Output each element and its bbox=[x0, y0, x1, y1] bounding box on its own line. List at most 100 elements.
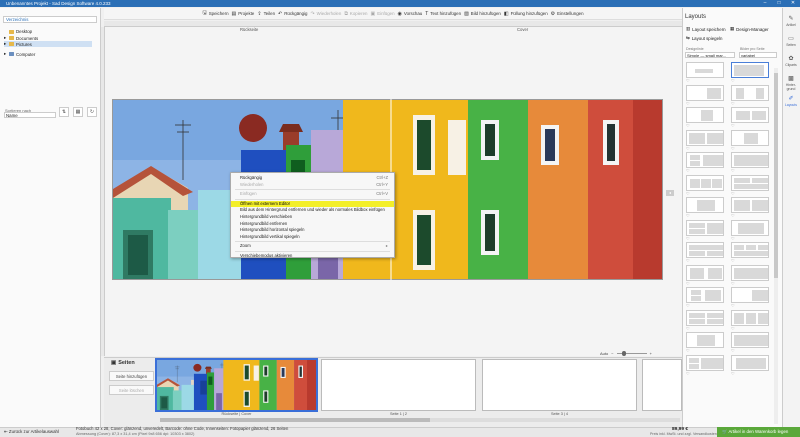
add-image-button[interactable]: ▨ Bild hinzufügen bbox=[464, 11, 501, 17]
heart-icon[interactable]: ♡ bbox=[731, 304, 735, 308]
page-next-arrow[interactable]: ◂ bbox=[666, 190, 674, 196]
layout-option[interactable] bbox=[731, 84, 769, 101]
add-text-button[interactable]: T Text hinzufügen bbox=[425, 11, 461, 17]
page-thumbnail[interactable] bbox=[642, 359, 682, 411]
heart-icon[interactable]: ♡ bbox=[686, 304, 690, 308]
page-thumbnail[interactable] bbox=[321, 359, 476, 411]
menu-item[interactable]: Hintergrundbild entfernen bbox=[231, 221, 394, 228]
page-thumbnail[interactable] bbox=[155, 359, 317, 411]
close-button[interactable]: ✕ bbox=[786, 0, 800, 7]
layout-option[interactable] bbox=[686, 287, 724, 303]
menu-item[interactable]: Hintergrundbild verschieben bbox=[231, 214, 394, 221]
layout-option[interactable] bbox=[686, 84, 724, 101]
layout-option[interactable] bbox=[731, 129, 769, 146]
layout-option[interactable] bbox=[731, 152, 769, 168]
sort-order-button[interactable]: ⇅ bbox=[59, 107, 69, 117]
projects-button[interactable]: ▤ Projekte bbox=[232, 11, 255, 17]
tree-item-pictures[interactable]: ▸ Pictures bbox=[4, 41, 92, 47]
layout-option[interactable] bbox=[731, 219, 769, 236]
menu-item[interactable]: Bild aus dem Hintergrund entfernen und w… bbox=[231, 207, 394, 214]
layout-option[interactable] bbox=[686, 242, 724, 258]
tree-item-computer[interactable]: ▸ Computer bbox=[4, 51, 35, 57]
heart-icon[interactable]: ♡ bbox=[731, 349, 735, 353]
chevron-right-icon[interactable]: ▸ bbox=[4, 51, 7, 57]
layout-option[interactable] bbox=[731, 332, 769, 348]
heart-icon[interactable]: ♡ bbox=[686, 191, 690, 196]
design-line-select[interactable]: Simple — small mar... bbox=[685, 52, 735, 58]
heart-icon[interactable]: ♡ bbox=[686, 101, 690, 106]
zoom-slider[interactable] bbox=[616, 350, 647, 356]
sidebar-item-cliparts[interactable]: ✿ Cliparts bbox=[783, 56, 799, 67]
mirror-layout-button[interactable]: ⇆ Layout spiegeln bbox=[686, 35, 722, 41]
zoom-out-button[interactable]: − bbox=[611, 351, 613, 356]
zoom-in-button[interactable]: + bbox=[650, 351, 652, 356]
save-button[interactable]: 🖫 Speichern bbox=[202, 10, 228, 18]
layout-option[interactable] bbox=[686, 197, 724, 213]
menu-item[interactable]: Rückgängig Ctrl+Z bbox=[231, 175, 394, 182]
layout-option[interactable] bbox=[686, 264, 724, 281]
pages-scrollbar[interactable] bbox=[160, 418, 680, 422]
pages-scrollbar-thumb[interactable] bbox=[160, 418, 430, 422]
heart-icon[interactable]: ♡ bbox=[731, 326, 735, 331]
layout-option[interactable] bbox=[731, 174, 769, 191]
heart-icon[interactable]: ♡ bbox=[686, 79, 690, 83]
sidebar-item-layouts[interactable]: ✐ Layouts bbox=[783, 96, 799, 107]
heart-icon[interactable]: ♡ bbox=[731, 79, 735, 83]
heart-icon[interactable]: ♡ bbox=[731, 236, 735, 241]
layout-option[interactable] bbox=[731, 62, 769, 78]
share-button[interactable]: ⇪ Teilen bbox=[257, 11, 275, 17]
layout-option[interactable] bbox=[731, 197, 769, 213]
layout-option[interactable] bbox=[731, 264, 769, 281]
redo-button[interactable]: ↷ Wiederholen bbox=[310, 11, 341, 17]
layout-option[interactable] bbox=[686, 174, 724, 191]
heart-icon[interactable]: ♡ bbox=[686, 349, 690, 353]
layout-option[interactable] bbox=[731, 107, 769, 123]
heart-icon[interactable]: ♡ bbox=[731, 146, 735, 151]
undo-button[interactable]: ↶ Rückgängig bbox=[278, 11, 307, 17]
heart-icon[interactable]: ♡ bbox=[731, 169, 735, 173]
add-fill-button[interactable]: ◧ Füllung hinzufügen bbox=[504, 11, 548, 17]
heart-icon[interactable]: ♡ bbox=[686, 281, 690, 286]
design-manager-button[interactable]: ▦ Design-Manager bbox=[730, 26, 769, 32]
remove-page-button[interactable]: Seite löschen bbox=[109, 385, 154, 395]
zoom-slider-handle[interactable] bbox=[621, 350, 626, 356]
page-thumbnail[interactable] bbox=[482, 359, 637, 411]
heart-icon[interactable]: ♡ bbox=[686, 259, 690, 263]
layout-option[interactable] bbox=[731, 242, 769, 258]
chevron-right-icon[interactable]: ▸ bbox=[4, 41, 7, 47]
layout-option[interactable] bbox=[686, 332, 724, 348]
add-to-cart-button[interactable]: 🛒 Artikel in den Warenkorb legen bbox=[717, 427, 800, 437]
add-page-button[interactable]: Seite hinzufügen bbox=[109, 371, 154, 381]
sidebar-item-hintergrund[interactable]: ▩ Hinter-grund bbox=[783, 76, 799, 91]
sort-select[interactable]: Name bbox=[4, 112, 56, 118]
heart-icon[interactable]: ♡ bbox=[686, 214, 690, 218]
heart-icon[interactable]: ♡ bbox=[731, 124, 735, 128]
menu-item[interactable]: Öffnen mit externem Editor bbox=[231, 200, 394, 208]
layout-option[interactable] bbox=[731, 287, 769, 303]
layout-option[interactable] bbox=[731, 354, 769, 371]
images-per-page-select[interactable]: variabel bbox=[739, 52, 777, 58]
heart-icon[interactable]: ♡ bbox=[731, 281, 735, 286]
heart-icon[interactable]: ♡ bbox=[731, 214, 735, 218]
layout-option[interactable] bbox=[686, 354, 724, 371]
zoom-label[interactable]: Auto bbox=[600, 351, 608, 356]
layout-option[interactable] bbox=[731, 309, 769, 326]
heart-icon[interactable]: ♡ bbox=[686, 326, 690, 331]
settings-button[interactable]: ⚙ Einstellungen bbox=[551, 11, 584, 17]
menu-item[interactable]: Hintergrundbild vertikal spiegeln bbox=[231, 234, 394, 241]
sidebar-item-seiten[interactable]: ▭ Seiten bbox=[783, 36, 799, 47]
heart-icon[interactable]: ♡ bbox=[686, 146, 690, 151]
layout-option[interactable] bbox=[686, 309, 724, 326]
menu-item[interactable]: Verschiebemodus aktivieren bbox=[231, 253, 394, 260]
layouts-scrollbar-thumb[interactable] bbox=[774, 73, 778, 278]
save-layout-button[interactable]: ▥ Layout speichern bbox=[686, 26, 726, 32]
heart-icon[interactable]: ♡ bbox=[686, 169, 690, 173]
heart-icon[interactable]: ♡ bbox=[686, 124, 690, 128]
copy-button[interactable]: ⧉ Kopieren bbox=[344, 11, 367, 17]
layout-option[interactable] bbox=[686, 62, 724, 78]
heart-icon[interactable]: ♡ bbox=[731, 101, 735, 106]
menu-item[interactable]: Einfügen Ctrl+V bbox=[231, 191, 394, 198]
heart-icon[interactable]: ♡ bbox=[686, 236, 690, 241]
layout-option[interactable] bbox=[686, 219, 724, 236]
menu-item[interactable]: Zoom ▸ bbox=[231, 243, 394, 250]
